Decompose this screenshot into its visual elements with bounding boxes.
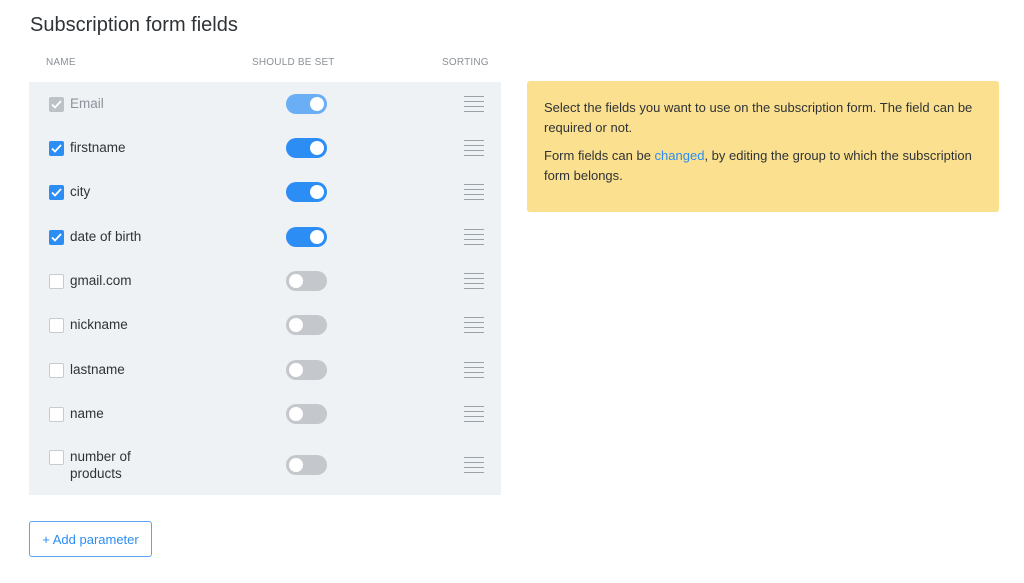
field-checkbox[interactable]: [49, 185, 64, 200]
field-label: lastname: [70, 362, 125, 377]
field-label: Email: [70, 96, 104, 111]
drag-handle-icon[interactable]: [464, 229, 484, 245]
field-row-lastname: lastname: [29, 348, 501, 392]
drag-handle-icon[interactable]: [464, 273, 484, 289]
info-box: Select the fields you want to use on the…: [527, 81, 999, 212]
field-checkbox[interactable]: [49, 230, 64, 245]
field-row-gmail: gmail.com: [29, 259, 501, 303]
field-label: city: [70, 184, 91, 199]
drag-handle-icon[interactable]: [464, 184, 484, 200]
required-toggle[interactable]: [286, 94, 327, 114]
field-label: firstname: [70, 140, 126, 155]
info-text-2-start: Form fields can be: [544, 148, 655, 163]
field-row-date-of-birth: date of birth: [29, 215, 501, 259]
field-row-number-of-products: number of products: [29, 437, 501, 495]
fields-list: Email firstname city date of birth gmail…: [29, 82, 501, 495]
required-toggle[interactable]: [286, 315, 327, 335]
drag-handle-icon[interactable]: [464, 96, 484, 112]
field-row-name: name: [29, 392, 501, 436]
toggle-knob: [310, 185, 324, 199]
check-icon: [51, 144, 62, 153]
toggle-knob: [289, 363, 303, 377]
toggle-knob: [310, 230, 324, 244]
field-label: number of products: [70, 449, 131, 481]
info-text-2: Form fields can be changed, by editing t…: [544, 146, 982, 186]
drag-handle-icon[interactable]: [464, 406, 484, 422]
field-label: gmail.com: [70, 273, 132, 288]
required-toggle[interactable]: [286, 182, 327, 202]
field-label: date of birth: [70, 229, 142, 244]
field-label: nickname: [70, 317, 128, 332]
field-checkbox[interactable]: [49, 318, 64, 333]
page-title: Subscription form fields: [30, 14, 238, 36]
field-checkbox[interactable]: [49, 97, 64, 112]
field-row-email: Email: [29, 82, 501, 126]
check-icon: [51, 233, 62, 242]
column-header-name: NAME: [46, 57, 76, 68]
drag-handle-icon[interactable]: [464, 317, 484, 333]
required-toggle[interactable]: [286, 360, 327, 380]
required-toggle[interactable]: [286, 138, 327, 158]
info-text-1: Select the fields you want to use on the…: [544, 100, 973, 135]
toggle-knob: [289, 318, 303, 332]
column-header-sorting: SORTING: [442, 57, 489, 68]
field-row-nickname: nickname: [29, 303, 501, 347]
field-row-firstname: firstname: [29, 126, 501, 170]
required-toggle[interactable]: [286, 271, 327, 291]
toggle-knob: [289, 407, 303, 421]
toggle-knob: [310, 97, 324, 111]
field-row-city: city: [29, 170, 501, 214]
add-parameter-button[interactable]: + Add parameter: [29, 521, 152, 557]
toggle-knob: [289, 458, 303, 472]
drag-handle-icon[interactable]: [464, 362, 484, 378]
check-icon: [51, 100, 62, 109]
field-label: name: [70, 406, 104, 421]
changed-link[interactable]: changed: [655, 148, 705, 163]
field-checkbox[interactable]: [49, 363, 64, 378]
column-header-should-be-set: SHOULD BE SET: [252, 57, 335, 68]
required-toggle[interactable]: [286, 455, 327, 475]
toggle-knob: [289, 274, 303, 288]
drag-handle-icon[interactable]: [464, 457, 484, 473]
field-checkbox[interactable]: [49, 141, 64, 156]
toggle-knob: [310, 141, 324, 155]
field-checkbox[interactable]: [49, 407, 64, 422]
field-checkbox[interactable]: [49, 450, 64, 465]
field-checkbox[interactable]: [49, 274, 64, 289]
drag-handle-icon[interactable]: [464, 140, 484, 156]
required-toggle[interactable]: [286, 227, 327, 247]
required-toggle[interactable]: [286, 404, 327, 424]
check-icon: [51, 188, 62, 197]
